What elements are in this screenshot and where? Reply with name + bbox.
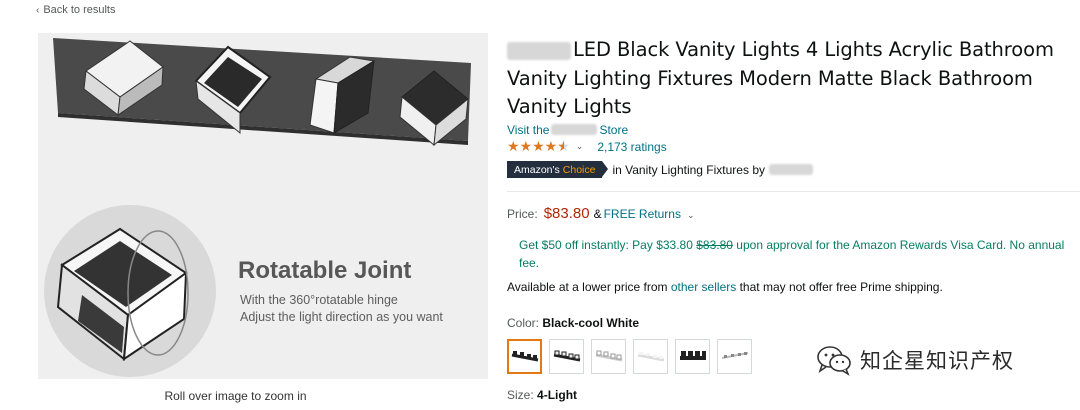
watermark-text: 知企星知识产权 — [860, 349, 1014, 373]
back-to-results-label: Back to results — [43, 4, 116, 16]
redacted-brand — [507, 41, 571, 60]
price-label: Price: — [507, 206, 538, 221]
star-rating-icon[interactable]: ★★★★★ — [507, 138, 570, 155]
price-row: Price: $83.80 & FREE Returns ⌄ — [507, 205, 1077, 222]
size-label: Size: — [507, 387, 534, 402]
card-promo-text[interactable]: Get $50 off instantly: Pay $33.80 $83.80… — [519, 236, 1074, 272]
color-value: Black-cool White — [542, 315, 640, 330]
redacted-seller — [769, 164, 813, 175]
product-title: LED Black Vanity Lights 4 Lights Acrylic… — [507, 38, 1054, 118]
lower-price-notice: Available at a lower price from other se… — [507, 279, 943, 294]
amazons-choice-badge: Amazon's Choice — [507, 161, 609, 178]
chevron-left-icon: ‹ — [36, 4, 40, 16]
color-swatch[interactable] — [507, 338, 542, 374]
price-amp: & — [593, 206, 602, 221]
color-swatch[interactable] — [549, 338, 584, 374]
choice-category-text: in Vanity Lighting Fixtures by — [612, 162, 765, 177]
size-value: 4-Light — [537, 387, 578, 402]
image-overlay-line: With the 360°rotatable hinge — [240, 293, 398, 307]
image-overlay-line: Adjust the light direction as you want — [240, 310, 443, 324]
rating-row: ★★★★★ ⌄ 2,173 ratings — [507, 138, 1077, 155]
wechat-watermark: 知企星知识产权 — [816, 344, 1014, 376]
color-swatch[interactable] — [675, 338, 710, 374]
color-label: Color: — [507, 315, 540, 330]
redacted-store-name — [551, 124, 598, 135]
size-selector: Size: 4-Light — [507, 388, 1077, 402]
visit-store-link[interactable]: Visit the Store — [507, 122, 1077, 138]
free-returns-link[interactable]: FREE Returns — [604, 207, 681, 221]
color-swatch[interactable] — [591, 338, 626, 374]
divider — [507, 190, 1080, 192]
ratings-count-link[interactable]: 2,173 ratings — [597, 140, 666, 154]
back-to-results-link[interactable]: ‹ Back to results — [36, 4, 115, 16]
color-swatch[interactable] — [633, 338, 668, 374]
price-value: $83.80 — [543, 204, 590, 222]
other-sellers-link[interactable]: other sellers — [671, 280, 736, 294]
color-swatch[interactable] — [717, 338, 752, 374]
chevron-down-icon[interactable]: ⌄ — [687, 210, 695, 221]
amazons-choice-row: Amazon's Choice in Vanity Lighting Fixtur… — [507, 161, 1077, 179]
product-main-image[interactable]: Rotatable Joint With the 360°rotatable h… — [38, 33, 488, 379]
wechat-logo-icon — [817, 346, 851, 376]
vanity-light-illustration — [44, 38, 471, 377]
image-overlay-title: Rotatable Joint — [238, 257, 412, 284]
zoom-hint: Roll over image to zoom in — [164, 389, 307, 403]
chevron-down-icon[interactable]: ⌄ — [576, 141, 584, 152]
